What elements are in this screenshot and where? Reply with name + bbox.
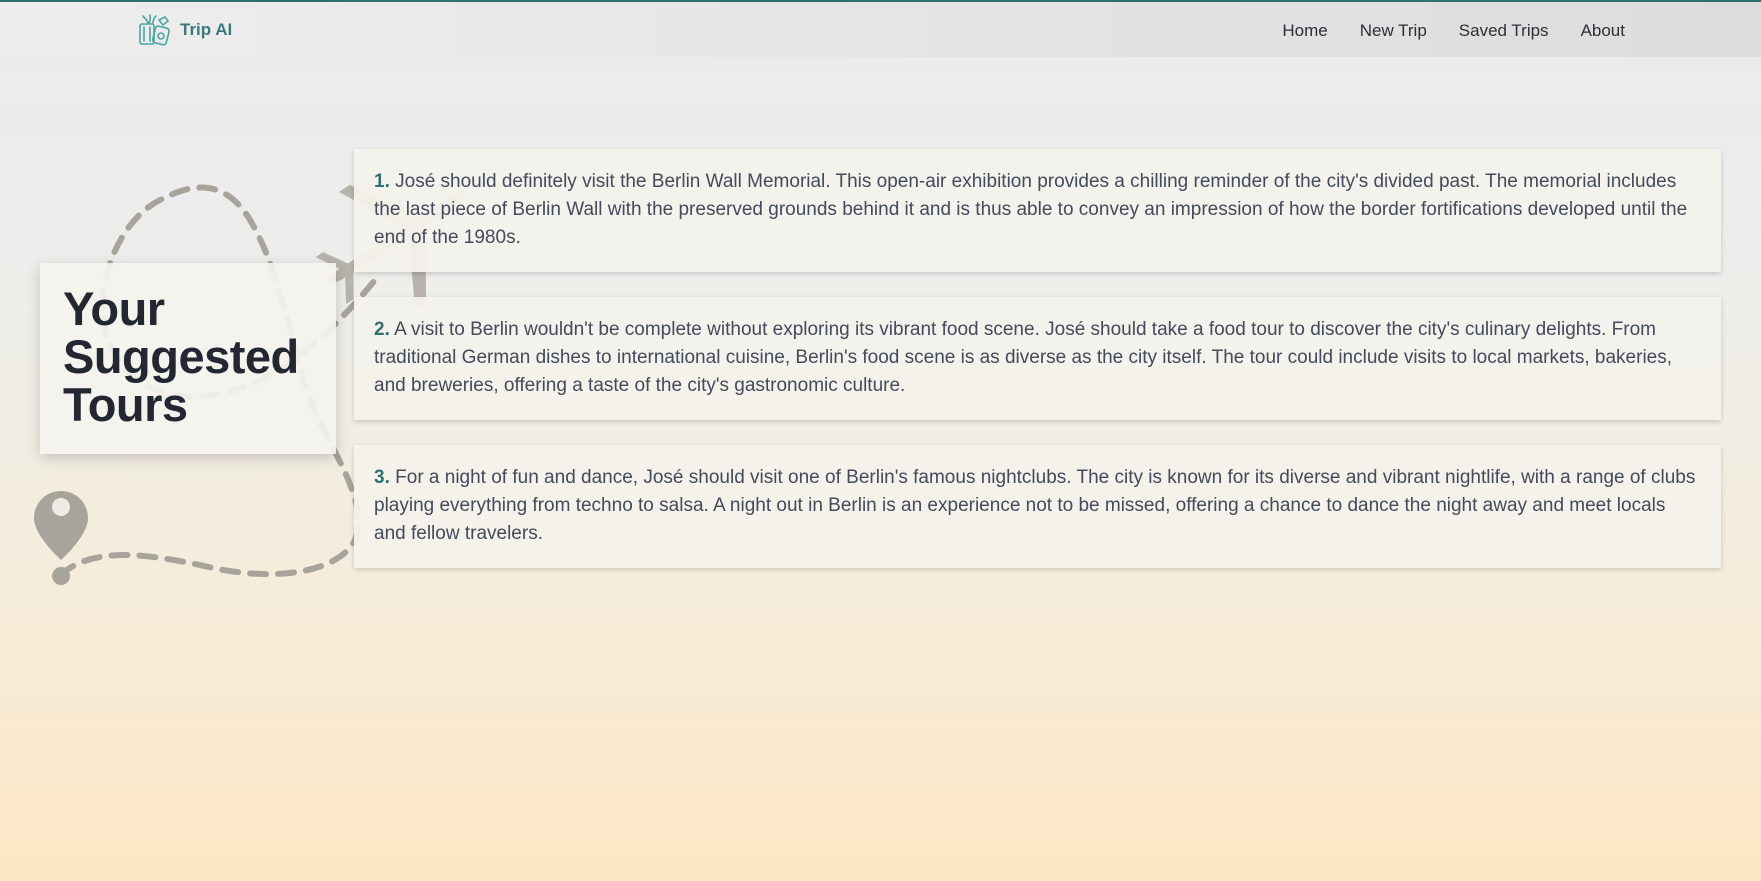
tour-number: 1.	[374, 171, 390, 192]
page-title: Your Suggested Tours	[63, 285, 313, 429]
page-title-line-1: Your	[63, 282, 165, 335]
luggage-icon	[137, 13, 172, 48]
tour-number: 2.	[374, 319, 390, 340]
nav-link-new-trip[interactable]: New Trip	[1360, 21, 1427, 41]
page-title-line-2: Suggested	[63, 330, 299, 383]
nav-link-about[interactable]: About	[1581, 21, 1625, 41]
tour-list: 1. José should definitely visit the Berl…	[354, 149, 1721, 593]
tour-card: 3. For a night of fun and dance, José sh…	[354, 445, 1721, 568]
nav-menu: Home New Trip Saved Trips About	[1282, 2, 1625, 59]
tour-card: 1. José should definitely visit the Berl…	[354, 149, 1721, 272]
brand-name: Trip AI	[180, 20, 233, 39]
navbar: Trip AI Home New Trip Saved Trips About	[0, 0, 1761, 57]
nav-link-home[interactable]: Home	[1282, 21, 1327, 41]
tour-description: José should definitely visit the Berlin …	[374, 171, 1688, 248]
tour-card: 2. A visit to Berlin wouldn't be complet…	[354, 297, 1721, 420]
map-pin-icon	[34, 491, 88, 585]
page-title-line-3: Tours	[63, 378, 188, 431]
tour-number: 3.	[374, 467, 390, 488]
page-title-card: Your Suggested Tours	[40, 263, 336, 454]
nav-link-saved-trips[interactable]: Saved Trips	[1459, 21, 1549, 41]
brand-link[interactable]: Trip AI	[137, 12, 232, 48]
tour-description: For a night of fun and dance, José shoul…	[374, 467, 1696, 544]
tour-description: A visit to Berlin wouldn't be complete w…	[374, 319, 1673, 396]
